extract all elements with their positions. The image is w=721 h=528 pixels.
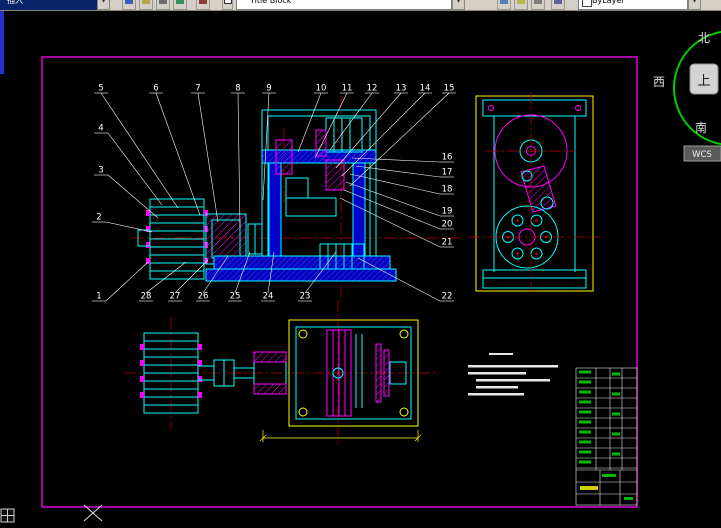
block-combo[interactable]: Title Block xyxy=(236,0,452,10)
viewcube-north-label[interactable]: 北 xyxy=(698,31,710,45)
callout-22: 22 xyxy=(442,292,453,302)
callout-19: 19 xyxy=(442,207,453,217)
callout-3: 3 xyxy=(98,166,103,176)
drawing-canvas[interactable]: 5 6 7 8 9 10 11 12 13 14 15 4 3 2 1 28 2… xyxy=(0,0,721,528)
viewcube-up-label: 上 xyxy=(697,74,710,89)
toolbar-icon-h[interactable] xyxy=(531,0,545,10)
viewcube-west-label[interactable]: 西 xyxy=(653,75,665,89)
title-block-text-marks xyxy=(579,371,633,501)
insert-menu-label: 插入 xyxy=(7,0,23,5)
toolbar-icon-g[interactable] xyxy=(514,0,528,10)
toolbar-icon-b[interactable] xyxy=(139,0,153,10)
left-panel-edge xyxy=(0,10,4,74)
viewcube-south-label[interactable]: 南 xyxy=(695,120,707,135)
callout-9: 9 xyxy=(266,84,271,94)
callout-15: 15 xyxy=(444,84,455,94)
callout-6: 6 xyxy=(153,84,158,94)
toolbar-icon-e[interactable] xyxy=(196,0,210,10)
callout-5: 5 xyxy=(98,84,103,94)
color-combo-dropdown-icon[interactable]: ▼ xyxy=(688,0,701,10)
insert-menu[interactable]: 插入 xyxy=(0,0,97,10)
callout-17: 17 xyxy=(442,168,453,178)
callout-10: 10 xyxy=(316,84,327,94)
toolbar-icon-c[interactable] xyxy=(156,0,170,10)
block-combo-value: Title Block xyxy=(250,0,291,5)
callout-21: 21 xyxy=(442,238,453,248)
toolbar: 插入 ▼ Title Block ▼ ByLayer ▼ xyxy=(0,0,721,11)
insert-menu-dropdown-icon[interactable]: ▼ xyxy=(97,0,110,10)
block-combo-dropdown-icon[interactable]: ▼ xyxy=(452,0,465,10)
callout-14: 14 xyxy=(420,84,431,94)
callout-16: 16 xyxy=(442,153,453,163)
toolbar-icon-i[interactable] xyxy=(551,0,565,10)
toolbar-icon-d[interactable] xyxy=(173,0,187,10)
color-combo[interactable]: ByLayer xyxy=(578,0,688,10)
block-icon[interactable] xyxy=(222,0,233,10)
callout-4: 4 xyxy=(98,124,103,134)
callout-20: 20 xyxy=(442,220,453,230)
side-view xyxy=(468,92,600,296)
callout-7: 7 xyxy=(195,84,200,94)
color-combo-value: ByLayer xyxy=(592,0,625,5)
wcs-label: WCS xyxy=(692,150,712,160)
toolbar-icon-a[interactable] xyxy=(122,0,136,10)
sheet-border xyxy=(42,57,637,507)
color-swatch xyxy=(582,0,592,7)
callout-1: 1 xyxy=(96,292,101,302)
callout-8: 8 xyxy=(235,84,240,94)
callout-13: 13 xyxy=(396,84,407,94)
technical-notes xyxy=(468,353,558,396)
toolbar-icon-f[interactable] xyxy=(497,0,511,10)
title-block xyxy=(576,368,637,505)
callout-2: 2 xyxy=(96,213,101,223)
bottom-view xyxy=(124,300,436,444)
grid-origin-icon xyxy=(1,509,14,522)
callout-18: 18 xyxy=(442,185,453,195)
callout-11: 11 xyxy=(342,84,353,94)
callout-12: 12 xyxy=(367,84,378,94)
viewcube[interactable]: 北 西 南 上 WCS xyxy=(653,31,721,161)
